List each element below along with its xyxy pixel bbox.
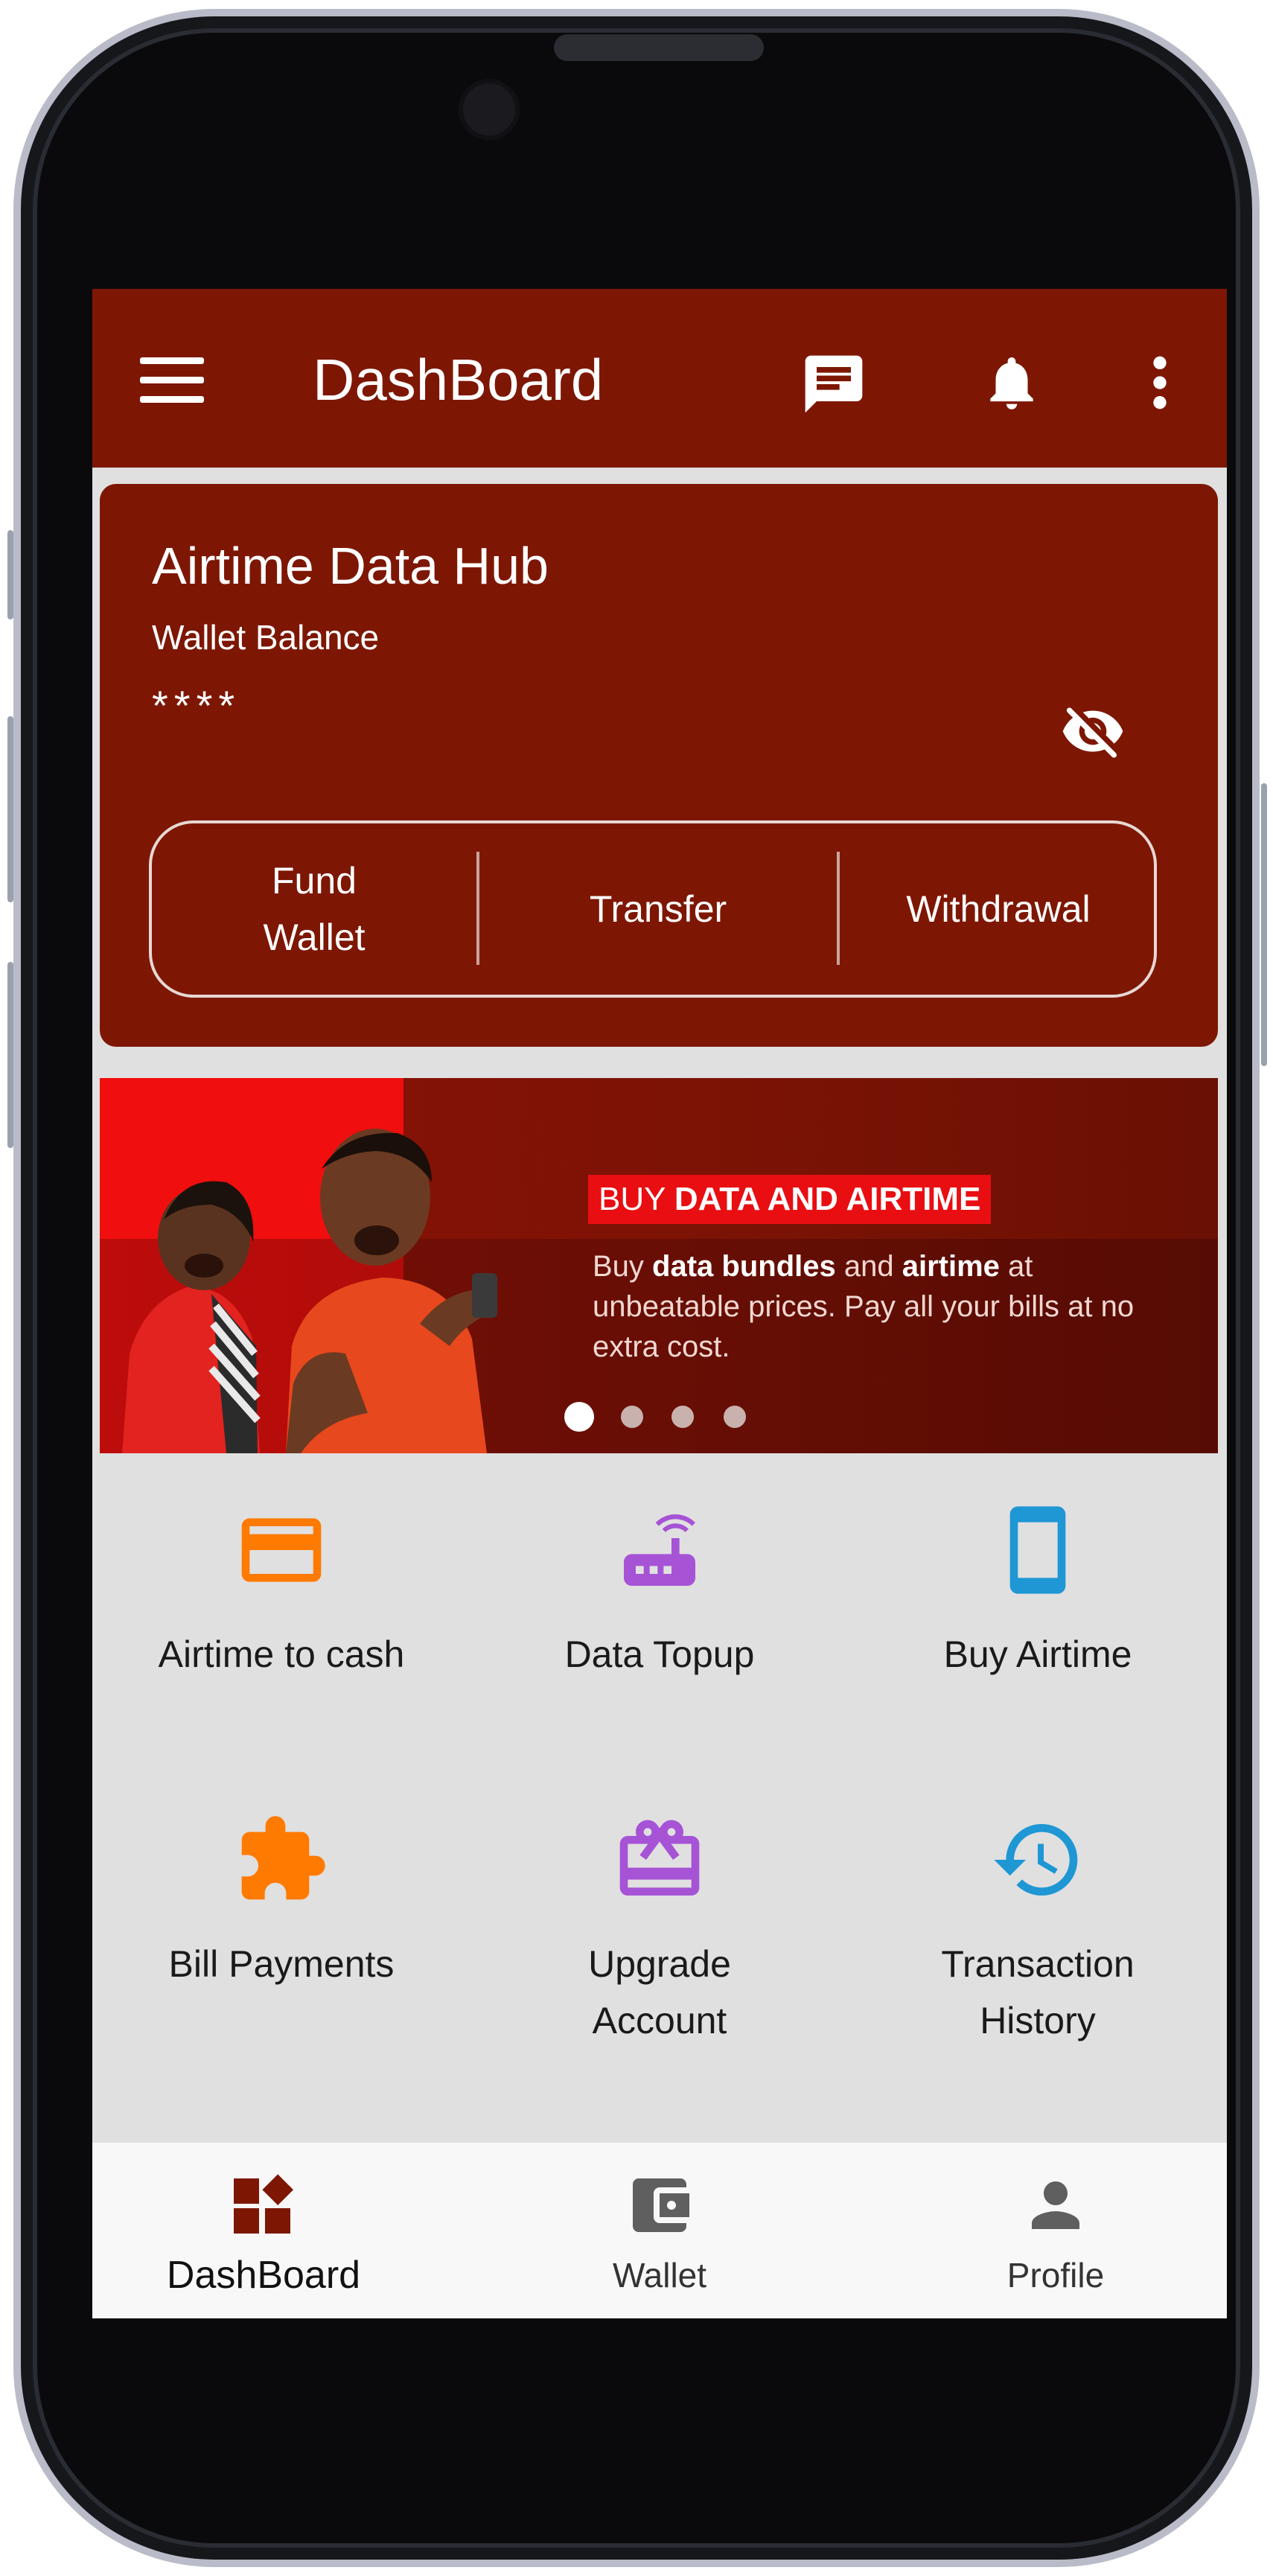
app-screen: DashBoard Airtime Data Hub Wallet Balanc… [92, 289, 1227, 2318]
app-bar: DashBoard [92, 289, 1227, 468]
volume-down-button [7, 962, 13, 1148]
nav-item-dashboard[interactable]: DashBoard [152, 2143, 375, 2318]
gift-card-icon [619, 1820, 700, 1896]
nav-label: DashBoard [166, 2254, 361, 2297]
service-label: Bill Payments [168, 1943, 395, 1985]
service-upgrade-account[interactable]: Upgrade Account [470, 1790, 849, 2088]
smartphone-icon [1009, 1506, 1066, 1594]
speaker-grill [554, 34, 764, 61]
puzzle-icon [241, 1816, 325, 1900]
service-data-topup[interactable]: Data Topup [470, 1480, 849, 1778]
service-label: Buy Airtime [943, 1633, 1132, 1675]
phone-frame: DashBoard Airtime Data Hub Wallet Balanc… [7, 9, 1267, 2567]
wallet-actions: Fund Wallet Transfer Withdrawal [149, 820, 1157, 998]
service-label: Transaction History [941, 1943, 1135, 2041]
mute-switch [7, 530, 13, 619]
dashboard-icon [234, 2174, 293, 2234]
volume-up-button [7, 716, 13, 902]
credit-card-icon [241, 1518, 322, 1582]
wallet-card: Airtime Data Hub Wallet Balance **** Fun… [100, 484, 1218, 1047]
service-label: Airtime to cash [158, 1633, 405, 1675]
page-title: DashBoard [313, 347, 604, 412]
more-vert-icon[interactable] [1151, 353, 1169, 412]
service-bill-payments[interactable]: Bill Payments [92, 1790, 470, 2088]
transfer-button[interactable]: Transfer [479, 823, 837, 995]
brand-name: Airtime Data Hub [152, 537, 549, 595]
service-buy-airtime[interactable]: Buy Airtime [849, 1480, 1227, 1778]
carousel-dot[interactable] [671, 1406, 694, 1428]
promo-banner[interactable]: BUY DATA AND AIRTIME Buy data bundles an… [100, 1078, 1218, 1453]
wallet-balance-label: Wallet Balance [152, 618, 380, 657]
carousel-dot[interactable] [564, 1402, 594, 1432]
carousel-indicator [564, 1398, 758, 1435]
router-icon [624, 1514, 695, 1586]
front-camera [459, 79, 520, 140]
history-icon [994, 1824, 1078, 1896]
banner-tag: BUY DATA AND AIRTIME [588, 1175, 992, 1224]
nav-label: Wallet [612, 2256, 707, 2295]
service-label: Upgrade Account [588, 1943, 731, 2041]
power-button [1261, 783, 1267, 1066]
person-icon [1032, 2181, 1079, 2229]
carousel-dot[interactable] [724, 1406, 746, 1428]
nav-item-wallet[interactable]: Wallet [548, 2143, 771, 2318]
bottom-navigation: DashBoard Wallet Profile [92, 2143, 1227, 2318]
fund-wallet-button[interactable]: Fund Wallet [152, 823, 476, 995]
carousel-dot[interactable] [621, 1406, 643, 1428]
withdrawal-button[interactable]: Withdrawal [840, 823, 1157, 995]
service-transaction-history[interactable]: Transaction History [849, 1790, 1227, 2088]
banner-description: Buy data bundles and airtime at unbeatab… [593, 1250, 1135, 1363]
service-label: Data Topup [564, 1633, 755, 1675]
services-grid: Airtime to cash Data Topup Buy Airtime B… [92, 1480, 1227, 2105]
menu-icon[interactable] [140, 357, 204, 404]
wallet-icon [633, 2178, 689, 2232]
bell-icon[interactable] [980, 345, 1044, 420]
chat-icon[interactable] [798, 350, 870, 418]
nav-label: Profile [1006, 2256, 1105, 2295]
people-illustration [122, 1129, 498, 1453]
nav-item-profile[interactable]: Profile [944, 2143, 1167, 2318]
eye-off-icon[interactable] [1054, 700, 1132, 765]
service-airtime-to-cash[interactable]: Airtime to cash [92, 1480, 470, 1778]
wallet-balance-value: **** [152, 682, 241, 729]
